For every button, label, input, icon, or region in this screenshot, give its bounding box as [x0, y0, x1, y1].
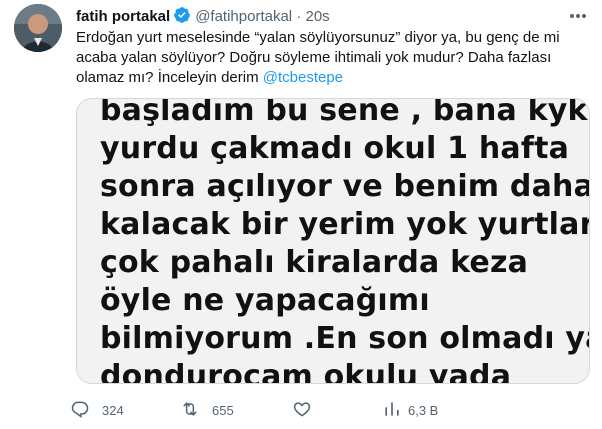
retweet-icon	[180, 399, 200, 422]
retweet-button[interactable]: 655	[180, 398, 234, 422]
tweet-image[interactable]: başladım bu sene , bana kyk yurdu çakmad…	[76, 98, 590, 384]
image-text-line: bilmiyorum .En son olmadı ya	[100, 321, 590, 356]
reply-icon	[70, 399, 90, 422]
like-button[interactable]	[292, 398, 324, 422]
like-icon	[292, 399, 312, 422]
mention-link[interactable]: @tcbestepe	[263, 69, 343, 86]
timestamp[interactable]: 20s	[305, 8, 329, 25]
image-text-line: çok pahalı kiralarda keza	[100, 245, 529, 280]
image-text-line: dondurocam okulu yada	[100, 359, 512, 384]
views-icon	[382, 399, 402, 422]
reply-button[interactable]: 324	[70, 398, 124, 422]
action-bar: 324 655 6,3 B	[70, 398, 590, 422]
views-button[interactable]: 6,3 B	[382, 398, 438, 422]
tweet-header: fatih portakal @fatihportakal · 20s	[76, 6, 330, 30]
handle[interactable]: @fatihportakal	[195, 8, 292, 25]
reply-count: 324	[102, 402, 124, 418]
more-icon[interactable]	[566, 8, 590, 24]
tweet[interactable]: fatih portakal @fatihportakal · 20s Erdoğ…	[0, 0, 602, 429]
image-text-line: yurdu çakmadı okul 1 hafta	[100, 131, 570, 166]
image-text-line: sonra açılıyor ve benim daha	[100, 169, 590, 204]
image-text-line: öyle ne yapacağımı	[100, 283, 430, 318]
avatar[interactable]	[14, 4, 62, 52]
image-text-line: kalacak bir yerim yok yurtlar	[100, 207, 590, 242]
retweet-count: 655	[212, 402, 234, 418]
image-text-line: başladım bu sene , bana kyk	[100, 98, 588, 128]
tweet-text: Erdoğan yurt meselesinde “yalan söylüyor…	[76, 28, 576, 88]
display-name[interactable]: fatih portakal	[76, 8, 170, 25]
views-count: 6,3 B	[408, 402, 439, 418]
verified-badge-icon	[173, 6, 191, 30]
